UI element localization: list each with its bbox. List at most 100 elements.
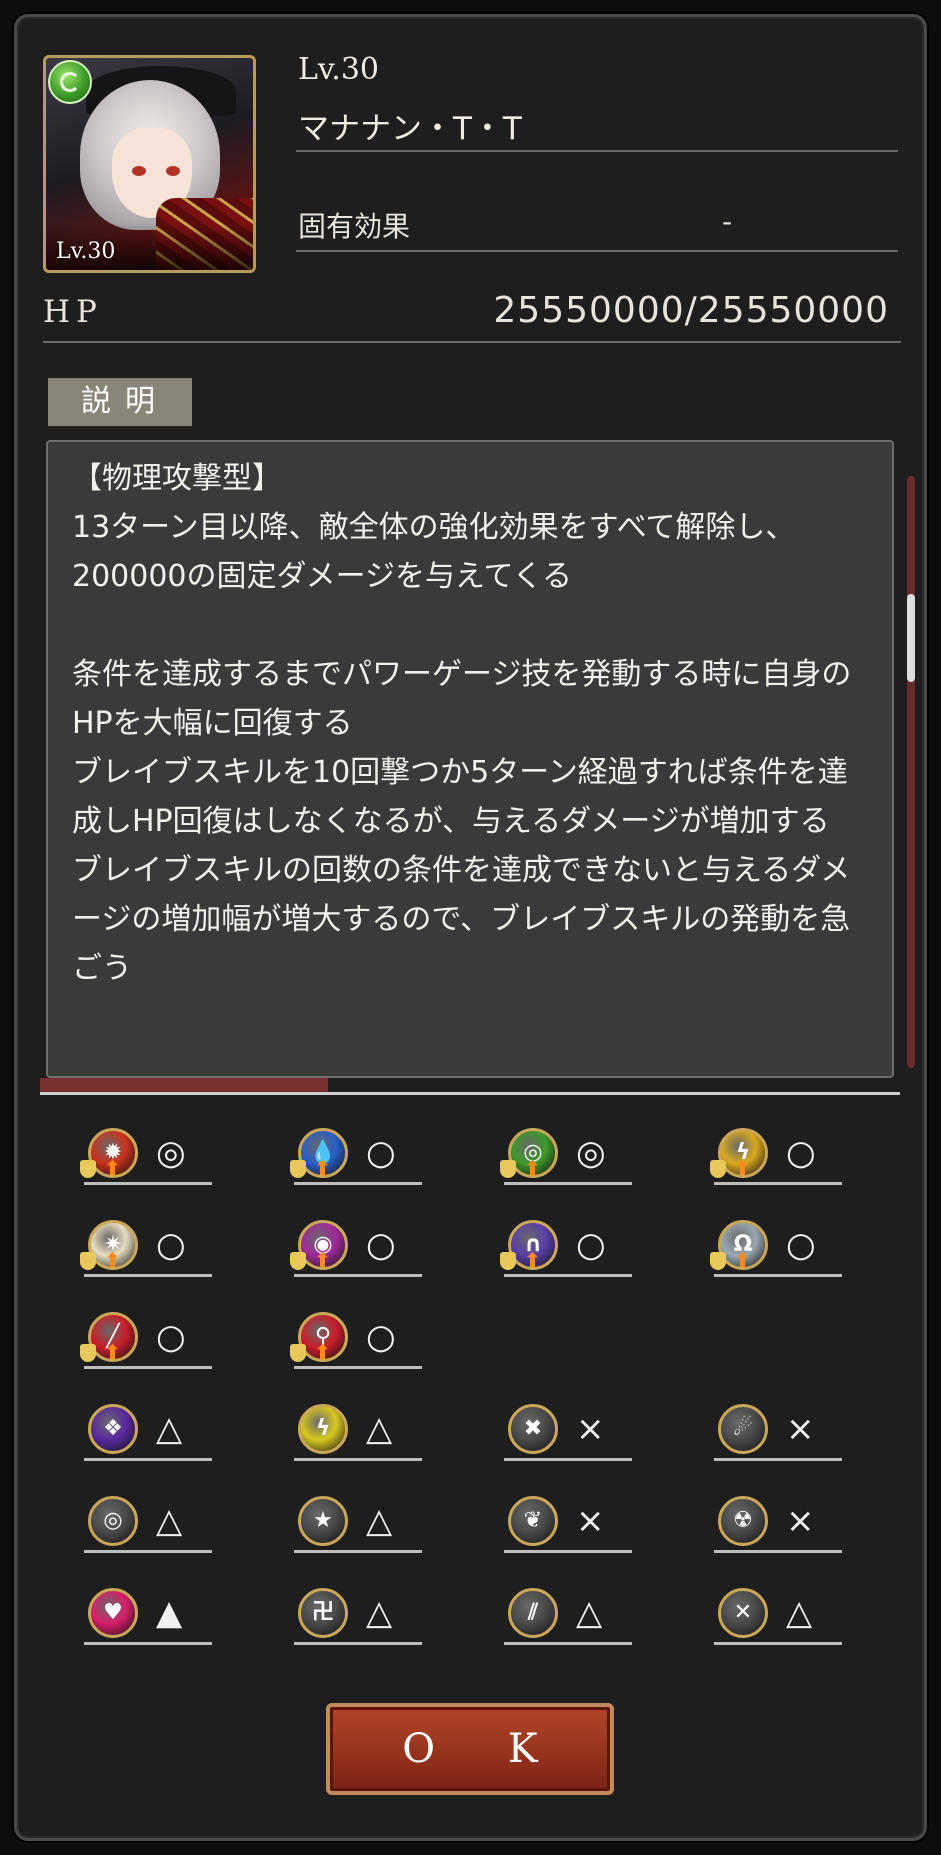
- resistance-mark: ○: [786, 1225, 816, 1265]
- resistance-cell: ☄ ×: [714, 1400, 842, 1461]
- unique-effect-value: -: [722, 205, 733, 238]
- resistance-cell: ◎ ⬆ ◎: [500, 1124, 632, 1185]
- shield-icon: [710, 1160, 726, 1178]
- shield-icon: [500, 1252, 516, 1270]
- instant-death-icon: ✖: [508, 1404, 558, 1454]
- up-arrow-icon: ⬆: [734, 1156, 751, 1180]
- icon-glyph: ϟ: [315, 1416, 331, 1441]
- resistance-mark: ○: [786, 1133, 816, 1173]
- resistance-mark: ○: [366, 1225, 396, 1265]
- resistance-mark: ○: [576, 1225, 606, 1265]
- resistance-cell: 卍 △: [294, 1584, 422, 1645]
- icon-glyph: ✖: [523, 1416, 543, 1441]
- charm-icon: ♥: [88, 1588, 138, 1638]
- resistance-cell: ❖ △: [84, 1400, 212, 1461]
- resistance-cell: 💧 ⬆ ○: [290, 1124, 422, 1185]
- icon-glyph: 卍: [311, 1600, 334, 1625]
- icon-glyph: ★: [313, 1508, 333, 1533]
- resistance-cell: ϟ ⬆ ○: [710, 1124, 842, 1185]
- resistance-mark: ▲: [156, 1593, 183, 1633]
- up-arrow-icon: ⬆: [314, 1156, 331, 1180]
- shield-icon: [290, 1252, 306, 1270]
- claw-icon: ⫽: [508, 1588, 558, 1638]
- up-arrow-icon: ⬆: [734, 1248, 751, 1272]
- resistance-mark: △: [786, 1593, 813, 1633]
- resistance-mark: △: [366, 1593, 393, 1633]
- up-arrow-icon: ⬆: [314, 1248, 331, 1272]
- wind-attribute-icon: [48, 60, 92, 104]
- blind-icon: ◎: [88, 1496, 138, 1546]
- unique-effect-label: 固有効果: [298, 210, 411, 243]
- silence-icon: ❦: [508, 1496, 558, 1546]
- resistance-cell: ✕ △: [714, 1584, 842, 1645]
- description-scrollbar[interactable]: [907, 476, 915, 1068]
- resistance-mark: △: [156, 1409, 183, 1449]
- shield-icon: [710, 1252, 726, 1270]
- shield-icon: [500, 1160, 516, 1178]
- description-scroll-thumb[interactable]: [907, 594, 915, 682]
- icon-glyph: ☄: [733, 1416, 753, 1441]
- resistance-mark: ○: [156, 1225, 186, 1265]
- ok-button[interactable]: O K: [326, 1703, 614, 1795]
- description-text[interactable]: 【物理攻撃型】 13ターン目以降、敵全体の強化効果をすべて解除し、200000の…: [46, 440, 894, 1078]
- resistance-cell: ★ △: [294, 1492, 422, 1553]
- resistance-cell: ⚲ ⬆ ○: [290, 1308, 422, 1369]
- up-arrow-icon: ⬆: [314, 1340, 331, 1364]
- resistance-mark: ◎: [576, 1133, 606, 1173]
- resistance-mark: ×: [576, 1409, 605, 1449]
- resistance-cell: ∩ ⬆ ○: [500, 1216, 632, 1277]
- bind-icon: 卍: [298, 1588, 348, 1638]
- section-divider: [40, 1092, 900, 1095]
- icon-glyph: ♥: [103, 1600, 123, 1625]
- resistance-cell: ⫽ △: [504, 1584, 632, 1645]
- resistance-cell: ✖ ×: [504, 1400, 632, 1461]
- resistance-cell: ◎ △: [84, 1492, 212, 1553]
- resistance-cell: ❦ ×: [504, 1492, 632, 1553]
- resistance-cell: ♥ ▲: [84, 1584, 212, 1645]
- resistance-mark: △: [366, 1501, 393, 1541]
- resistance-cell: Ω ⬆ ○: [710, 1216, 842, 1277]
- resistance-mark: △: [576, 1593, 603, 1633]
- icon-glyph: ❦: [523, 1508, 543, 1533]
- icon-glyph: ☢: [733, 1508, 753, 1533]
- unit-name: マナナン・T・T: [298, 111, 522, 147]
- name-divider: [296, 150, 898, 152]
- icon-glyph: ⫽: [528, 1600, 538, 1625]
- poison-icon: ❖: [88, 1404, 138, 1454]
- shield-icon: [290, 1344, 306, 1362]
- resistance-mark: ×: [576, 1501, 605, 1541]
- hidden-tab-strip: [40, 1078, 328, 1092]
- resistance-mark: ×: [786, 1501, 815, 1541]
- icon-glyph: ❖: [103, 1416, 123, 1441]
- unit-level: Lv.30: [298, 52, 380, 87]
- resistance-cell: ✹ ⬆ ◎: [80, 1124, 212, 1185]
- portrait-eye: [166, 166, 180, 176]
- resistance-mark: ○: [366, 1133, 396, 1173]
- resistance-cell: ϟ △: [294, 1400, 422, 1461]
- resistance-cell: ╱ ⬆ ○: [80, 1308, 212, 1369]
- resistance-mark: △: [366, 1409, 393, 1449]
- hp-divider: [43, 341, 901, 343]
- up-arrow-icon: ⬆: [524, 1248, 541, 1272]
- resistance-cell: ✷ ⬆ ○: [80, 1216, 212, 1277]
- confusion-icon: ☢: [718, 1496, 768, 1546]
- stun-icon: ☄: [718, 1404, 768, 1454]
- up-arrow-icon: ⬆: [104, 1248, 121, 1272]
- break-icon: ✕: [718, 1588, 768, 1638]
- resistance-cell: ☢ ×: [714, 1492, 842, 1553]
- shield-icon: [80, 1160, 96, 1178]
- resistance-mark: ×: [786, 1409, 815, 1449]
- shield-icon: [80, 1344, 96, 1362]
- shield-icon: [80, 1252, 96, 1270]
- portrait-eye: [132, 166, 146, 176]
- resistance-mark: ○: [366, 1317, 396, 1357]
- star-seal-icon: ★: [298, 1496, 348, 1546]
- effect-divider: [296, 250, 898, 252]
- icon-glyph: ◎: [103, 1508, 123, 1533]
- shield-icon: [290, 1160, 306, 1178]
- hp-value: 25550000/25550000: [493, 290, 889, 331]
- up-arrow-icon: ⬆: [104, 1156, 121, 1180]
- paralysis-icon: ϟ: [298, 1404, 348, 1454]
- up-arrow-icon: ⬆: [524, 1156, 541, 1180]
- portrait-level-text: Lv.30: [56, 239, 116, 264]
